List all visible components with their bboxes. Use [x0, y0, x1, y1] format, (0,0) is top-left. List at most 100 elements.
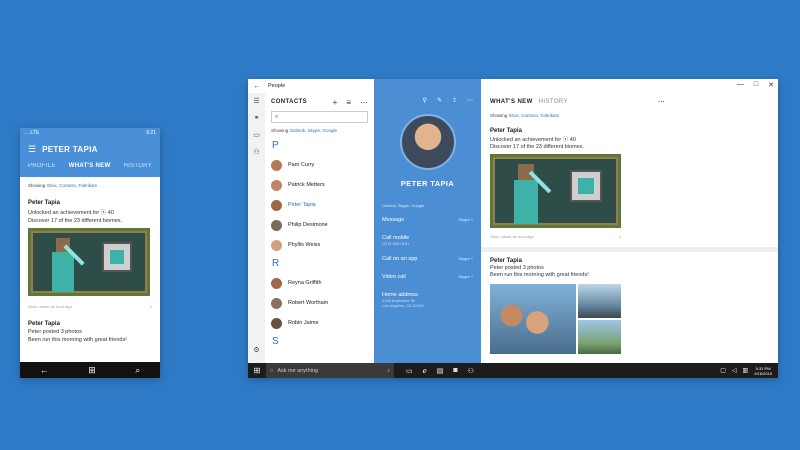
minimize-button[interactable]: — [737, 81, 744, 89]
contact-name: Robin Jaime [288, 320, 319, 326]
network-icon[interactable]: ▥ [743, 367, 749, 374]
message-icon[interactable]: ▭ [248, 127, 265, 144]
contact-row-selected[interactable]: Peter Tapia [265, 195, 374, 215]
action-video-call[interactable]: Video call Skype ˅ [374, 274, 481, 292]
avatar [271, 179, 282, 191]
search-icon[interactable]: ⌕ [135, 365, 140, 376]
windows-start-icon[interactable]: ⊞ [248, 366, 266, 375]
showing-label: Showing [271, 128, 289, 133]
contact-row[interactable]: Reyna Griffith [265, 273, 374, 293]
action-home-address[interactable]: Home address 2345 Anywhere St. Los Angel… [374, 292, 481, 318]
feed-pane: WHAT'S NEW HISTORY ⋯ Showing Xbox, Conto… [481, 93, 778, 363]
phone-post-photos[interactable]: Peter Tapia Peter posted 3 photos Been r… [20, 321, 160, 343]
profile-pane: ⚲ ✎ ⇪ ⋯ PETER TAPIA Outlook, Skype, Goog… [374, 79, 481, 363]
contact-name: Patrick Metters [288, 182, 325, 188]
windows-icon[interactable]: ⊞ [88, 365, 96, 376]
post-meta: Xbox, about an hour ago 1 [490, 234, 621, 239]
select-list-icon[interactable]: ≡ [346, 98, 351, 107]
hamburger-icon[interactable]: ☰ [28, 144, 36, 155]
letter-header-r[interactable]: R [265, 255, 374, 273]
avatar [271, 159, 282, 171]
tab-history[interactable]: HISTORY [539, 99, 568, 105]
contacts-title: CONTACTS [271, 99, 308, 105]
contact-name: Peter Tapia [288, 202, 316, 208]
action-service[interactable]: Skype ˅ [458, 256, 473, 274]
add-contact-icon[interactable]: + [333, 98, 338, 107]
photo-3[interactable] [578, 320, 621, 354]
contacts-search-input[interactable]: ⌕ [271, 111, 368, 123]
action-service[interactable]: Skype ˅ [458, 217, 473, 235]
action-sub: 2345 Anywhere St. Los Angeles, CA 12345 [382, 298, 424, 308]
contact-name: Phyllis Weiss [288, 242, 321, 248]
edit-icon[interactable]: ✎ [437, 97, 442, 104]
file-explorer-icon[interactable]: ▤ [437, 367, 444, 375]
taskbar-clock[interactable]: 5:31 PM 2/16/2015 [754, 366, 772, 376]
post-line: Unlocked an achievement for ⓧ 40 [490, 137, 576, 143]
phone-nav-bar: ← ⊞ ⌕ [20, 362, 160, 378]
more-icon[interactable]: ⋯ [467, 97, 473, 104]
settings-gear-icon[interactable]: ⚙ [248, 342, 265, 359]
more-icon[interactable]: ⋯ [360, 98, 368, 107]
action-call-app[interactable]: Call on an app Skype ˅ [374, 256, 481, 274]
hamburger-icon[interactable]: ☰ [248, 93, 265, 110]
action-service[interactable]: Skype ˅ [458, 274, 473, 292]
phone-tab-whats-new[interactable]: WHAT'S NEW [69, 163, 111, 169]
contact-row[interactable]: Patrick Metters [265, 175, 374, 195]
showing-accounts[interactable]: Xbox, Contoso, Fabrikam [509, 113, 560, 118]
post-time: Xbox, about an hour ago [28, 304, 72, 309]
people-icon[interactable]: ⚇ [248, 144, 265, 161]
notifications-icon[interactable]: ▢ [720, 367, 726, 374]
phone-showing-filter[interactable]: Showing Xbox, Contoso, Fabrikam [20, 177, 160, 188]
phone-post-achievement[interactable]: Peter Tapia Unlocked an achievement for … [20, 200, 160, 309]
showing-accounts[interactable]: Outlook, Skype, Google [290, 128, 338, 133]
contact-row[interactable]: Pam Curry [265, 155, 374, 175]
feed-showing-filter[interactable]: Showing Xbox, Contoso, Fabrikam [481, 111, 778, 120]
pin-icon[interactable]: ⚲ [423, 97, 427, 104]
photo-2[interactable] [578, 284, 621, 318]
post-line: Peter posted 3 photos [28, 329, 82, 335]
action-call-mobile[interactable]: Call mobile (212) 555-0151 [374, 235, 481, 256]
feed-post-photos[interactable]: Peter Tapia Peter posted 3 photos Been r… [481, 258, 778, 354]
action-message[interactable]: Message Skype ˅ [374, 217, 481, 235]
close-button[interactable]: ✕ [768, 81, 774, 89]
post-author: Peter Tapia [28, 321, 60, 327]
volume-icon[interactable]: ◁ [732, 367, 737, 374]
store-icon[interactable]: ◙ [453, 367, 457, 375]
comment-count[interactable]: 1 [150, 304, 152, 309]
left-rail: ☰ ⚭ ▭ ⚇ ⚙ [248, 93, 265, 363]
contact-row[interactable]: Robin Jaime [265, 313, 374, 333]
cortana-search-box[interactable]: ○ Ask me anything ♪ [266, 363, 394, 378]
phone-signal: … LTE [24, 129, 40, 136]
phone-tab-history[interactable]: HISTORY [123, 163, 152, 169]
profile-toolbar: ⚲ ✎ ⇪ ⋯ [374, 79, 481, 104]
contact-name: Reyna Griffith [288, 280, 322, 286]
more-icon[interactable]: ⋯ [658, 98, 665, 106]
achievement-image[interactable] [490, 154, 621, 228]
edge-browser-icon[interactable]: ℯ [423, 367, 427, 375]
back-arrow-icon[interactable]: ← [248, 83, 266, 90]
showing-label: Showing [28, 183, 46, 188]
contact-row[interactable]: Robert Wortham [265, 293, 374, 313]
contacts-showing-filter[interactable]: Showing Outlook, Skype, Google [265, 123, 374, 133]
contact-row[interactable]: Phyllis Weiss [265, 235, 374, 255]
phone-tab-profile[interactable]: PROFILE [28, 163, 56, 169]
link-icon[interactable]: ⚭ [248, 110, 265, 127]
back-icon[interactable]: ← [40, 365, 49, 375]
letter-header-s[interactable]: S [265, 333, 374, 351]
letter-header-p[interactable]: P [265, 137, 374, 155]
share-icon[interactable]: ⇪ [452, 97, 457, 104]
people-app-icon[interactable]: ⚇ [468, 367, 474, 375]
microphone-icon[interactable]: ♪ [387, 368, 390, 374]
tab-whats-new[interactable]: WHAT'S NEW [490, 99, 533, 105]
maximize-button[interactable]: □ [754, 81, 758, 89]
feed-post-achievement[interactable]: Peter Tapia Unlocked an achievement for … [481, 128, 778, 239]
profile-accounts[interactable]: Outlook, Skype, Google [374, 188, 481, 208]
task-view-icon[interactable]: ▭ [406, 367, 413, 375]
photo-1[interactable] [490, 284, 576, 354]
showing-accounts[interactable]: Xbox, Contoso, Fabrikam [47, 183, 98, 188]
achievement-image[interactable] [28, 228, 150, 296]
post-author: Peter Tapia [490, 258, 522, 264]
comment-count[interactable]: 1 [619, 234, 621, 239]
avatar [271, 199, 282, 211]
contact-row[interactable]: Philip Desimone [265, 215, 374, 235]
